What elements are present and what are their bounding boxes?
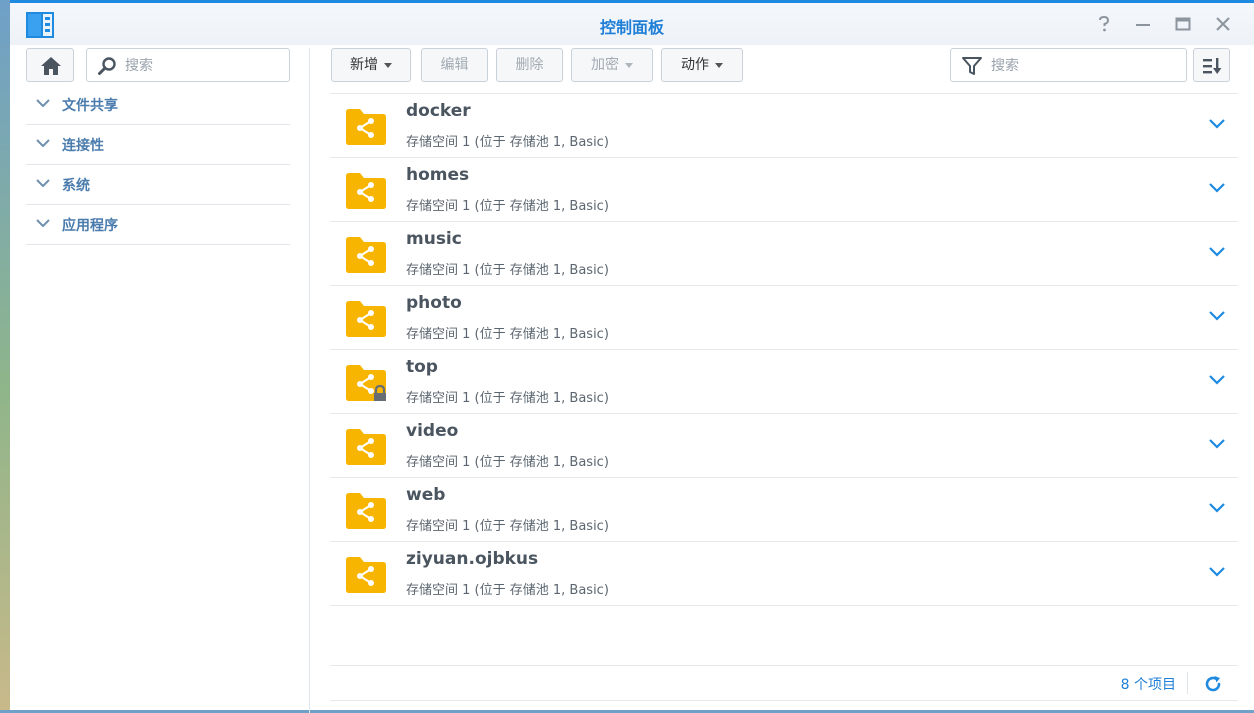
shared-folder-icon xyxy=(346,429,386,465)
shared-folder-list: docker 存储空间 1 (位于 存储池 1, Basic) homes 存储… xyxy=(330,93,1238,606)
title-bar: 控制面板 xyxy=(10,3,1254,45)
chevron-down-icon[interactable] xyxy=(1208,246,1226,258)
edit-button-label: 编辑 xyxy=(440,57,469,73)
window-title: 控制面板 xyxy=(599,18,664,37)
shared-folder-row[interactable]: web 存储空间 1 (位于 存储池 1, Basic) xyxy=(330,478,1238,542)
shared-folder-icon xyxy=(346,237,386,273)
folder-location: 存储空间 1 (位于 存储池 1, Basic) xyxy=(406,583,609,598)
encrypt-button[interactable]: 加密 xyxy=(571,48,653,82)
shared-folder-row[interactable]: top 存储空间 1 (位于 存储池 1, Basic) xyxy=(330,350,1238,414)
filter-search-box[interactable] xyxy=(950,48,1187,82)
encrypt-button-label: 加密 xyxy=(591,57,619,73)
sidebar-search-input[interactable] xyxy=(123,55,287,77)
folder-location: 存储空间 1 (位于 存储池 1, Basic) xyxy=(406,199,609,214)
folder-location: 存储空间 1 (位于 存储池 1, Basic) xyxy=(406,327,609,342)
chevron-down-icon xyxy=(36,179,50,188)
control-panel-window: 控制面板 文件共享 连接性 xyxy=(10,0,1254,713)
chevron-down-icon xyxy=(36,219,50,228)
folder-location: 存储空间 1 (位于 存储池 1, Basic) xyxy=(406,135,609,150)
folder-name: ziyuan.ojbkus xyxy=(406,549,539,569)
shared-folder-row[interactable]: photo 存储空间 1 (位于 存储池 1, Basic) xyxy=(330,286,1238,350)
sort-button[interactable] xyxy=(1193,48,1230,82)
list-footer: 8 个项目 xyxy=(330,665,1238,701)
chevron-down-icon[interactable] xyxy=(1208,566,1226,578)
shared-folder-icon xyxy=(346,301,386,337)
filter-search-input[interactable] xyxy=(989,55,1183,77)
chevron-down-icon[interactable] xyxy=(1208,182,1226,194)
item-count: 8 个项目 xyxy=(1120,677,1176,693)
sidebar-item-system[interactable]: 系统 xyxy=(26,165,290,205)
folder-name: web xyxy=(406,485,446,505)
folder-location: 存储空间 1 (位于 存储池 1, Basic) xyxy=(406,391,609,406)
footer-separator xyxy=(1187,672,1188,694)
shared-folder-icon xyxy=(346,493,386,529)
action-button-label: 动作 xyxy=(681,57,709,73)
chevron-down-icon[interactable] xyxy=(1208,118,1226,130)
chevron-down-icon[interactable] xyxy=(1208,438,1226,450)
sidebar-item-file-sharing[interactable]: 文件共享 xyxy=(26,85,290,125)
minimize-icon[interactable] xyxy=(1133,14,1153,34)
search-icon xyxy=(98,57,116,75)
folder-name: video xyxy=(406,421,459,441)
sidebar-item-applications[interactable]: 应用程序 xyxy=(26,205,290,245)
shared-folder-row[interactable]: video 存储空间 1 (位于 存储池 1, Basic) xyxy=(330,414,1238,478)
chevron-down-icon[interactable] xyxy=(1208,310,1226,322)
shared-folder-icon xyxy=(346,557,386,593)
chevron-down-icon[interactable] xyxy=(1208,502,1226,514)
sidebar-nav: 文件共享 连接性 系统 应用程序 xyxy=(26,85,290,245)
edit-button[interactable]: 编辑 xyxy=(421,48,488,82)
refresh-icon[interactable] xyxy=(1204,675,1222,693)
create-button-label: 新增 xyxy=(350,57,378,73)
home-icon xyxy=(41,57,61,75)
panel-divider xyxy=(309,48,310,713)
sidebar-item-label: 连接性 xyxy=(62,138,104,154)
maximize-icon[interactable] xyxy=(1173,14,1193,34)
close-icon[interactable] xyxy=(1213,14,1233,34)
caret-down-icon xyxy=(384,62,392,68)
shared-folder-row[interactable]: music 存储空间 1 (位于 存储池 1, Basic) xyxy=(330,222,1238,286)
folder-name: homes xyxy=(406,165,470,185)
folder-location: 存储空间 1 (位于 存储池 1, Basic) xyxy=(406,519,609,534)
caret-down-icon xyxy=(715,62,723,68)
folder-name: top xyxy=(406,357,438,377)
sidebar-item-label: 文件共享 xyxy=(62,98,118,114)
shared-folder-row[interactable]: docker 存储空间 1 (位于 存储池 1, Basic) xyxy=(330,94,1238,158)
home-button[interactable] xyxy=(26,48,74,82)
sidebar-item-connectivity[interactable]: 连接性 xyxy=(26,125,290,165)
folder-location: 存储空间 1 (位于 存储池 1, Basic) xyxy=(406,263,609,278)
caret-down-icon xyxy=(625,62,633,68)
sidebar-search-box[interactable] xyxy=(86,48,290,82)
shared-folder-icon xyxy=(346,109,386,145)
delete-button-label: 删除 xyxy=(515,57,544,73)
sidebar-item-label: 系统 xyxy=(62,178,90,194)
shared-folder-row[interactable]: homes 存储空间 1 (位于 存储池 1, Basic) xyxy=(330,158,1238,222)
folder-name: photo xyxy=(406,293,462,313)
delete-button[interactable]: 删除 xyxy=(496,48,563,82)
sidebar-item-label: 应用程序 xyxy=(62,218,118,234)
chevron-down-icon xyxy=(36,139,50,148)
folder-name: music xyxy=(406,229,462,249)
chevron-down-icon[interactable] xyxy=(1208,374,1226,386)
chevron-down-icon xyxy=(36,99,50,108)
sort-icon xyxy=(1203,58,1222,74)
shared-folder-icon xyxy=(346,173,386,209)
locked-shared-folder-icon xyxy=(346,365,386,401)
folder-location: 存储空间 1 (位于 存储池 1, Basic) xyxy=(406,455,609,470)
shared-folder-row[interactable]: ziyuan.ojbkus 存储空间 1 (位于 存储池 1, Basic) xyxy=(330,542,1238,606)
filter-icon xyxy=(962,57,982,75)
create-button[interactable]: 新增 xyxy=(331,48,411,82)
help-icon[interactable] xyxy=(1094,14,1114,34)
folder-name: docker xyxy=(406,101,471,121)
action-button[interactable]: 动作 xyxy=(661,48,743,82)
